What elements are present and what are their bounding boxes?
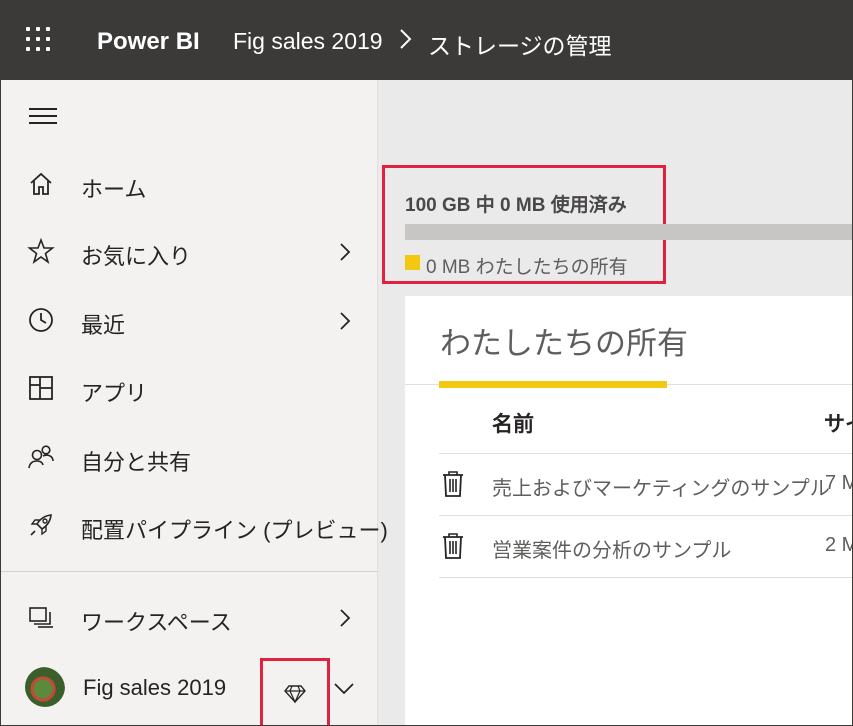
sidebar: ホーム お気に入り 最近 アプリ 自分と共有 配置パイプライン (プレビュー) … [0, 80, 388, 726]
storage-usage-text: 100 GB 中 0 MB 使用済み [405, 195, 627, 216]
current-workspace[interactable]: Fig sales 2019 [0, 658, 378, 726]
chevron-right-icon [400, 29, 412, 49]
sidebar-item-label: 最近 [81, 313, 126, 338]
legend-swatch [405, 255, 420, 270]
storage-usage-bar [405, 224, 853, 240]
sidebar-item-recent[interactable]: 最近 [0, 296, 378, 346]
tab-owned-by-us[interactable]: わたしたちの所有 [440, 318, 688, 363]
star-icon [27, 237, 55, 264]
rocket-icon [30, 514, 52, 536]
premium-diamond-highlight[interactable] [260, 658, 330, 726]
table-row: 営業案件の分析のサンプル 2 MB [439, 516, 853, 578]
chevron-down-icon[interactable] [332, 679, 356, 697]
sidebar-divider [0, 571, 378, 572]
sidebar-item-favorites[interactable]: お気に入り [0, 227, 378, 277]
top-bar: Power BI Fig sales 2019 ストレージの管理 [0, 0, 853, 80]
sidebar-item-label: ワークスペース [81, 610, 232, 635]
sidebar-item-label: 配置パイプライン (プレビュー) [81, 518, 388, 543]
sidebar-item-label: ホーム [81, 177, 147, 202]
hamburger-menu-icon[interactable] [29, 108, 57, 128]
clock-icon [29, 308, 53, 332]
workspace-name[interactable]: Fig sales 2019 [83, 675, 226, 701]
sidebar-item-label: お気に入り [81, 244, 192, 269]
workspace-avatar[interactable] [25, 667, 65, 707]
sidebar-item-label: 自分と共有 [81, 450, 192, 475]
sidebar-item-deployment-pipelines[interactable]: 配置パイプライン (プレビュー) [0, 501, 388, 551]
chevron-right-icon[interactable] [335, 240, 355, 264]
workspaces-icon [29, 607, 53, 628]
dataset-name: 営業案件の分析のサンプル [492, 540, 732, 562]
brand-title[interactable]: Power BI [97, 28, 200, 56]
column-header-name[interactable]: 名前 [492, 408, 534, 438]
trash-icon[interactable] [441, 470, 465, 498]
legend-label: 0 MB わたしたちの所有 [426, 257, 628, 278]
breadcrumb-workspace[interactable]: Fig sales 2019 [233, 28, 383, 55]
apps-icon [29, 376, 53, 400]
dataset-size: 7 MB [825, 472, 853, 494]
sidebar-item-label: アプリ [81, 381, 148, 406]
active-tab-indicator [439, 381, 667, 388]
shared-icon [28, 445, 54, 469]
trash-icon[interactable] [441, 532, 465, 560]
dataset-size: 2 MB [825, 534, 853, 556]
table-row: 売上およびマーケティングのサンプル 7 MB [439, 454, 853, 516]
sidebar-item-home[interactable]: ホーム [0, 160, 378, 210]
sidebar-item-apps[interactable]: アプリ [0, 364, 378, 414]
dataset-name: 売上およびマーケティングのサンプル [492, 478, 830, 500]
chevron-right-icon[interactable] [335, 606, 355, 630]
sidebar-item-workspaces[interactable]: ワークスペース [0, 593, 378, 643]
sidebar-item-shared-with-me[interactable]: 自分と共有 [0, 433, 378, 483]
column-header-size[interactable]: サイズ [824, 408, 853, 438]
diamond-icon [284, 685, 306, 704]
app-launcher-icon[interactable] [26, 27, 54, 55]
breadcrumb-current: ストレージの管理 [428, 33, 612, 59]
chevron-right-icon[interactable] [335, 309, 355, 333]
home-icon [30, 172, 52, 195]
